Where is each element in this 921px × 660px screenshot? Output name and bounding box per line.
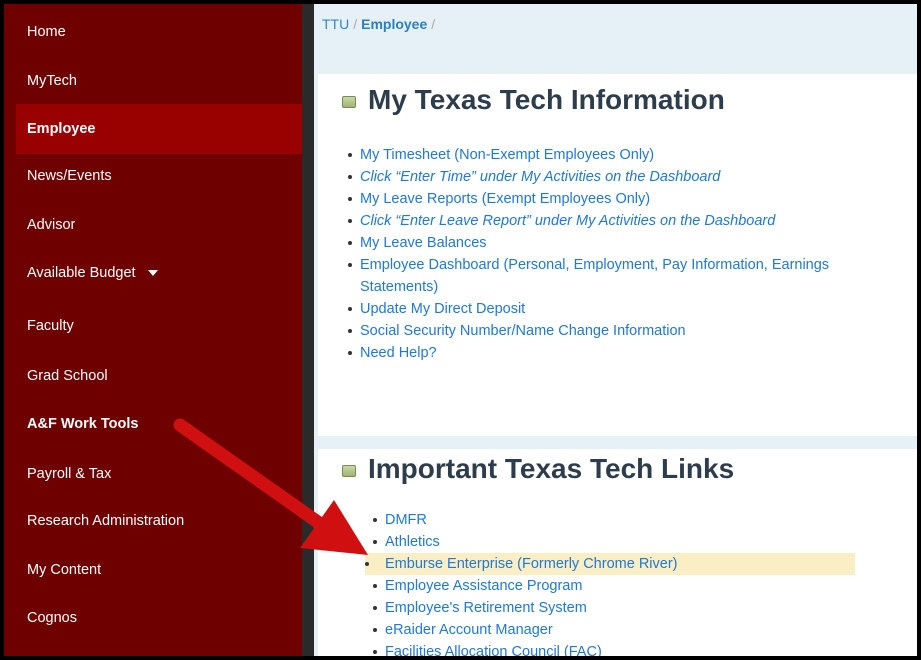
list-item[interactable]: My Timesheet (Non-Exempt Employees Only) — [348, 144, 897, 166]
sidebar-item-label: Cognos — [27, 610, 77, 626]
link-label: DMFR — [385, 512, 427, 528]
link-label: eRaider Account Manager — [385, 622, 553, 638]
sidebar-item-label: Home — [27, 24, 66, 40]
sidebar-item-label: Advisor — [27, 217, 76, 233]
link-label: Employee's Retirement System — [385, 600, 587, 616]
breadcrumb: TTU / Employee / — [322, 16, 439, 32]
link-label: Athletics — [385, 534, 440, 550]
list-item[interactable]: DMFR — [373, 509, 897, 531]
my-texas-tech-information-panel: My Texas Tech Information My Timesheet (… — [318, 74, 917, 436]
sidebar-item-grad-school[interactable]: Grad School — [16, 354, 302, 398]
sidebar-item-my-content[interactable]: My Content — [16, 548, 302, 592]
sidebar-item-label: Research Administration — [27, 513, 185, 529]
link-label: My Timesheet (Non-Exempt Employees Only) — [360, 147, 655, 163]
info-links-list: My Timesheet (Non-Exempt Employees Only)… — [348, 144, 897, 364]
sidebar-item-label: Payroll & Tax — [27, 466, 112, 482]
sidebar-item-research-administration[interactable]: Research Administration — [16, 499, 302, 543]
list-item[interactable]: My Leave Reports (Exempt Employees Only) — [348, 188, 897, 210]
link-label: Employee Assistance Program — [385, 578, 583, 594]
list-item[interactable]: Employee Assistance Program — [373, 575, 897, 597]
sidebar-item-faculty[interactable]: Faculty — [16, 304, 302, 348]
list-item-note: Click “Enter Leave Report” under My Acti… — [348, 210, 897, 232]
list-item-highlighted[interactable]: Emburse Enterprise (Formerly Chrome Rive… — [365, 553, 855, 575]
note-text: Click “Enter Leave Report” under My Acti… — [360, 213, 776, 229]
link-label: My Leave Reports (Exempt Employees Only) — [360, 191, 651, 207]
list-item[interactable]: Need Help? — [348, 342, 897, 364]
link-label: My Leave Balances — [360, 235, 487, 251]
list-item[interactable]: Employee Dashboard (Personal, Employment… — [348, 254, 897, 298]
link-label: Need Help? — [360, 345, 437, 361]
sidebar-item-cognos[interactable]: Cognos — [16, 596, 302, 640]
sidebar-item-employee[interactable]: Employee — [16, 104, 302, 154]
list-item[interactable]: Employee's Retirement System — [373, 597, 897, 619]
link-label: Employee Dashboard (Personal, Employment… — [360, 257, 830, 295]
sidebar-item-af-work-tools[interactable]: A&F Work Tools — [16, 402, 302, 446]
sidebar-item-label: Available Budget — [27, 265, 136, 281]
section-icon — [342, 96, 356, 108]
list-item[interactable]: Athletics — [373, 531, 897, 553]
sidebar-item-home[interactable]: Home — [16, 10, 302, 54]
sidebar-item-advisor[interactable]: Advisor — [16, 203, 302, 247]
section-title-text: My Texas Tech Information — [368, 84, 725, 115]
list-item-note: Click “Enter Time” under My Activities o… — [348, 166, 897, 188]
sidebar-item-label: MyTech — [27, 73, 77, 89]
breadcrumb-root-link[interactable]: TTU — [322, 16, 349, 32]
sidebar-item-label: Employee — [27, 121, 96, 137]
important-texas-tech-links-panel: Important Texas Tech Links DMFR Athletic… — [318, 449, 917, 656]
sidebar: Home MyTech Employee News/Events Advisor… — [4, 4, 302, 656]
list-item[interactable]: My Leave Balances — [348, 232, 897, 254]
link-label: Facilities Allocation Council (FAC) — [385, 644, 602, 656]
page-frame: Home MyTech Employee News/Events Advisor… — [4, 4, 917, 656]
list-item[interactable]: Update My Direct Deposit — [348, 298, 897, 320]
sidebar-item-label: A&F Work Tools — [27, 416, 139, 432]
sidebar-item-news-events[interactable]: News/Events — [16, 154, 302, 198]
breadcrumb-separator: / — [353, 16, 358, 32]
list-item[interactable]: Social Security Number/Name Change Infor… — [348, 320, 897, 342]
section-icon — [342, 465, 356, 477]
section-title: My Texas Tech Information — [342, 84, 725, 116]
sidebar-item-available-budget[interactable]: Available Budget — [16, 251, 302, 295]
link-label: Social Security Number/Name Change Infor… — [360, 323, 686, 339]
sidebar-item-mytech[interactable]: MyTech — [16, 59, 302, 103]
sidebar-item-label: Faculty — [27, 318, 74, 334]
list-item[interactable]: eRaider Account Manager — [373, 619, 897, 641]
note-text: Click “Enter Time” under My Activities o… — [360, 169, 721, 185]
link-label: Emburse Enterprise (Formerly Chrome Rive… — [385, 556, 678, 572]
sidebar-item-label: My Content — [27, 562, 102, 578]
list-item[interactable]: Facilities Allocation Council (FAC) — [373, 641, 897, 656]
breadcrumb-separator: / — [431, 16, 436, 32]
chevron-down-icon — [147, 270, 158, 276]
sidebar-item-label: News/Events — [27, 168, 112, 184]
link-label: Update My Direct Deposit — [360, 301, 526, 317]
main-content: TTU / Employee / My Texas Tech Information … — [314, 4, 917, 656]
section-title: Important Texas Tech Links — [342, 453, 734, 485]
sidebar-item-payroll-tax[interactable]: Payroll & Tax — [16, 452, 302, 496]
section-title-text: Important Texas Tech Links — [368, 453, 735, 484]
important-links-list: DMFR Athletics Emburse Enterprise (Forme… — [365, 509, 897, 656]
sidebar-item-label: Grad School — [27, 368, 108, 384]
sidebar-divider — [302, 4, 314, 656]
breadcrumb-current[interactable]: Employee — [361, 16, 427, 32]
